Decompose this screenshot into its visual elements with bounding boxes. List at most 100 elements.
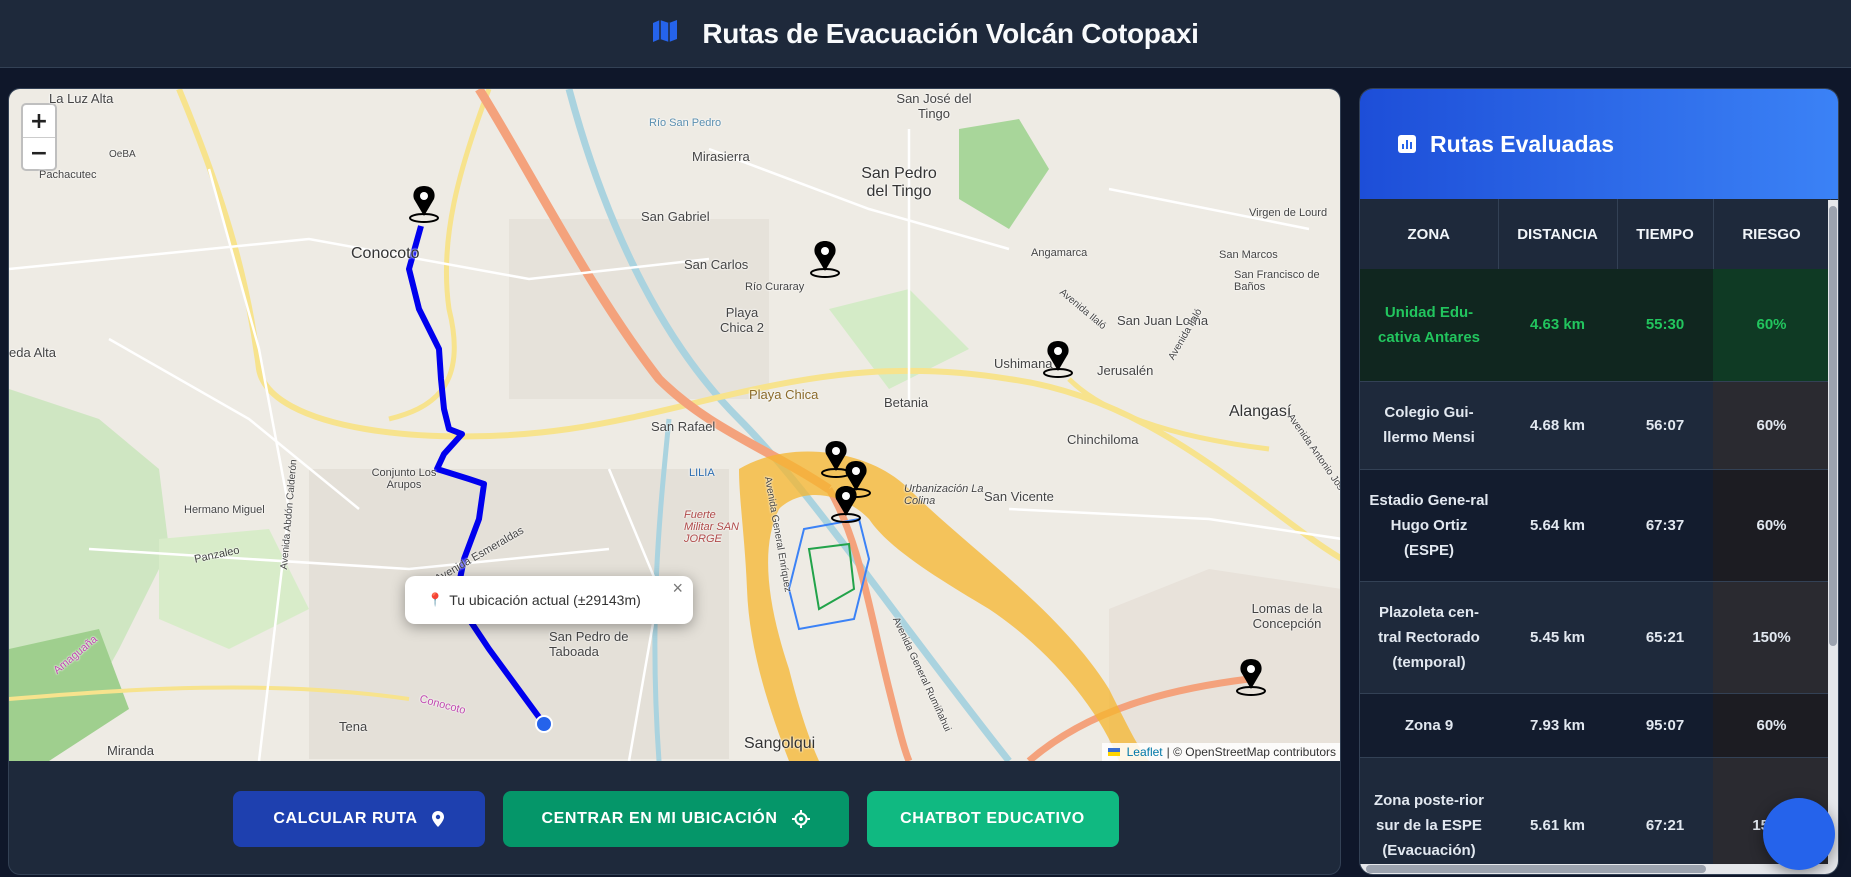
column-header-riesgo[interactable]: RIESGO — [1713, 199, 1831, 269]
map-label: San Rafael — [651, 419, 716, 434]
zona-cell: Estadio Gene-ral Hugo Ortiz (ESPE) — [1360, 469, 1498, 582]
table-row[interactable]: Zona 9 7.93 km 95:07 60% — [1360, 693, 1830, 758]
zona-cell: Zona poste-rior sur de la ESPE (Evacuaci… — [1360, 757, 1498, 874]
table-row[interactable]: Plazoleta cen-tral Rectorado (temporal) … — [1360, 581, 1830, 694]
routes-panel: Rutas Evaluadas ZONA DISTANCIA TIEMPO RI… — [1359, 88, 1839, 875]
vertical-scrollbar[interactable] — [1828, 200, 1838, 874]
tiempo-cell: 95:07 — [1617, 693, 1713, 758]
zoom-out-button[interactable]: − — [23, 137, 55, 169]
riesgo-cell: 60% — [1713, 381, 1830, 470]
marker-pin-icon[interactable] — [808, 239, 842, 279]
marker-pin-icon[interactable] — [1234, 657, 1268, 697]
map-label: Fuerte Militar SAN JORGE — [684, 509, 740, 545]
distancia-cell: 7.93 km — [1498, 693, 1617, 758]
map-attribution: Leaflet | © OpenStreetMap contributors — [1101, 743, 1340, 761]
ukraine-flag-icon — [1107, 748, 1120, 756]
tiempo-cell: 56:07 — [1617, 381, 1713, 470]
zona-cell: Colegio Gui-llermo Mensi — [1360, 381, 1498, 470]
map-label: Conjunto Los Arupos — [371, 467, 437, 491]
evacuation-map[interactable]: + − La Luz Alta Pachacutec OeBA Conocoto… — [9, 89, 1340, 761]
distancia-cell: 4.68 km — [1498, 381, 1617, 470]
map-label: Virgen de Lourd — [1249, 207, 1328, 219]
calcular-ruta-label: CALCULAR RUTA — [273, 809, 418, 827]
close-icon[interactable]: × — [672, 578, 683, 599]
crosshair-icon — [791, 809, 810, 828]
zona-cell: Zona 9 — [1360, 693, 1498, 758]
column-header-tiempo[interactable]: TIEMPO — [1617, 199, 1714, 269]
map-label: San Carlos — [684, 257, 749, 272]
map-label: San Pedro de Taboada — [549, 629, 629, 659]
map-label: Miranda — [107, 743, 154, 758]
riesgo-cell: 60% — [1713, 469, 1830, 582]
tiempo-cell: 67:21 — [1617, 757, 1713, 874]
map-label: San José del Tingo — [896, 91, 972, 121]
pin-icon: 📍 — [427, 592, 444, 607]
osm-credit: | © OpenStreetMap contributors — [1166, 745, 1336, 759]
table-row[interactable]: Estadio Gene-ral Hugo Ortiz (ESPE) 5.64 … — [1360, 469, 1830, 582]
map-label: La Luz Alta — [49, 91, 114, 106]
centrar-ubicacion-button[interactable]: CENTRAR EN MI UBICACIÓN — [502, 790, 849, 847]
routes-table: ZONA DISTANCIA TIEMPO RIESGO Unidad Edu-… — [1360, 199, 1831, 874]
centrar-ubicacion-label: CENTRAR EN MI UBICACIÓN — [541, 809, 778, 827]
tiempo-cell: 67:37 — [1617, 469, 1713, 582]
table-row[interactable]: Zona poste-rior sur de la ESPE (Evacuaci… — [1360, 757, 1830, 874]
map-label: Hermano Miguel — [184, 504, 265, 516]
distancia-cell: 5.45 km — [1498, 581, 1617, 694]
column-header-zona[interactable]: ZONA — [1360, 199, 1499, 269]
map-label: Pachacutec — [39, 169, 97, 181]
map-label: Playa Chica 2 — [719, 305, 765, 335]
map-icon — [652, 19, 678, 48]
map-label: eda Alta — [9, 345, 56, 360]
zona-cell: Unidad Edu-cativa Antares — [1360, 269, 1498, 382]
leaflet-link[interactable]: Leaflet — [1127, 745, 1163, 759]
zona-cell: Plazoleta cen-tral Rectorado (temporal) — [1360, 581, 1498, 694]
scrollbar-thumb[interactable] — [1366, 865, 1706, 873]
action-bar: CALCULAR RUTA CENTRAR EN MI UBICACIÓN CH… — [9, 761, 1340, 874]
page-title: Rutas de Evacuación Volcán Cotopaxi — [702, 17, 1199, 49]
bar-chart-icon — [1398, 135, 1416, 153]
distancia-cell: 5.61 km — [1498, 757, 1617, 874]
distancia-cell: 5.64 km — [1498, 469, 1617, 582]
distancia-cell: 4.63 km — [1498, 269, 1617, 382]
app-header: Rutas de Evacuación Volcán Cotopaxi — [0, 0, 1851, 68]
map-label: Jerusalén — [1097, 363, 1154, 378]
tiempo-cell: 55:30 — [1617, 269, 1713, 382]
map-label: OeBA — [109, 149, 136, 160]
chat-fab-button[interactable] — [1763, 798, 1835, 870]
map-label: San Vicente — [984, 489, 1054, 504]
map-label: Urbanización La Colina — [904, 483, 984, 507]
map-label: San Marcos — [1219, 249, 1278, 261]
map-label: San Pedro del Tingo — [861, 165, 937, 200]
map-label: San Gabriel — [641, 209, 710, 224]
location-popup: 📍 Tu ubicación actual (±29143m) × — [405, 576, 693, 624]
map-label: Playa Chica — [749, 387, 819, 402]
popup-text: Tu ubicación actual (±29143m) — [449, 592, 641, 608]
column-header-distancia[interactable]: DISTANCIA — [1498, 199, 1618, 269]
zoom-in-button[interactable]: + — [23, 105, 55, 137]
horizontal-scrollbar[interactable] — [1360, 864, 1830, 874]
map-label: LILIA — [689, 467, 715, 479]
map-card: + − La Luz Alta Pachacutec OeBA Conocoto… — [8, 88, 1341, 875]
calcular-ruta-button[interactable]: CALCULAR RUTA — [232, 790, 485, 847]
chatbot-educativo-button[interactable]: CHATBOT EDUCATIVO — [866, 790, 1119, 847]
zoom-control: + − — [21, 103, 57, 171]
map-label: Sangolqui — [744, 735, 816, 752]
routes-panel-title: Rutas Evaluadas — [1430, 130, 1615, 157]
riesgo-cell: 150% — [1713, 581, 1830, 694]
scrollbar-thumb[interactable] — [1829, 206, 1837, 646]
location-pin-icon — [431, 810, 444, 827]
marker-pin-icon[interactable] — [1041, 339, 1075, 379]
map-label: San Francisco de Baños — [1234, 269, 1320, 293]
table-row[interactable]: Unidad Edu-cativa Antares 4.63 km 55:30 … — [1360, 269, 1830, 382]
map-label: Río Curaray — [745, 281, 805, 293]
marker-pin-icon[interactable] — [407, 184, 441, 224]
riesgo-cell: 60% — [1713, 269, 1830, 382]
marker-pin-icon[interactable] — [829, 484, 863, 524]
map-label: Angamarca — [1031, 247, 1088, 259]
riesgo-cell: 60% — [1713, 693, 1830, 758]
tiempo-cell: 65:21 — [1617, 581, 1713, 694]
map-label: Conocoto — [351, 245, 420, 262]
routes-panel-header: Rutas Evaluadas — [1360, 89, 1838, 199]
table-row[interactable]: Colegio Gui-llermo Mensi 4.68 km 56:07 6… — [1360, 381, 1830, 470]
map-label: Alangasí — [1229, 403, 1292, 420]
